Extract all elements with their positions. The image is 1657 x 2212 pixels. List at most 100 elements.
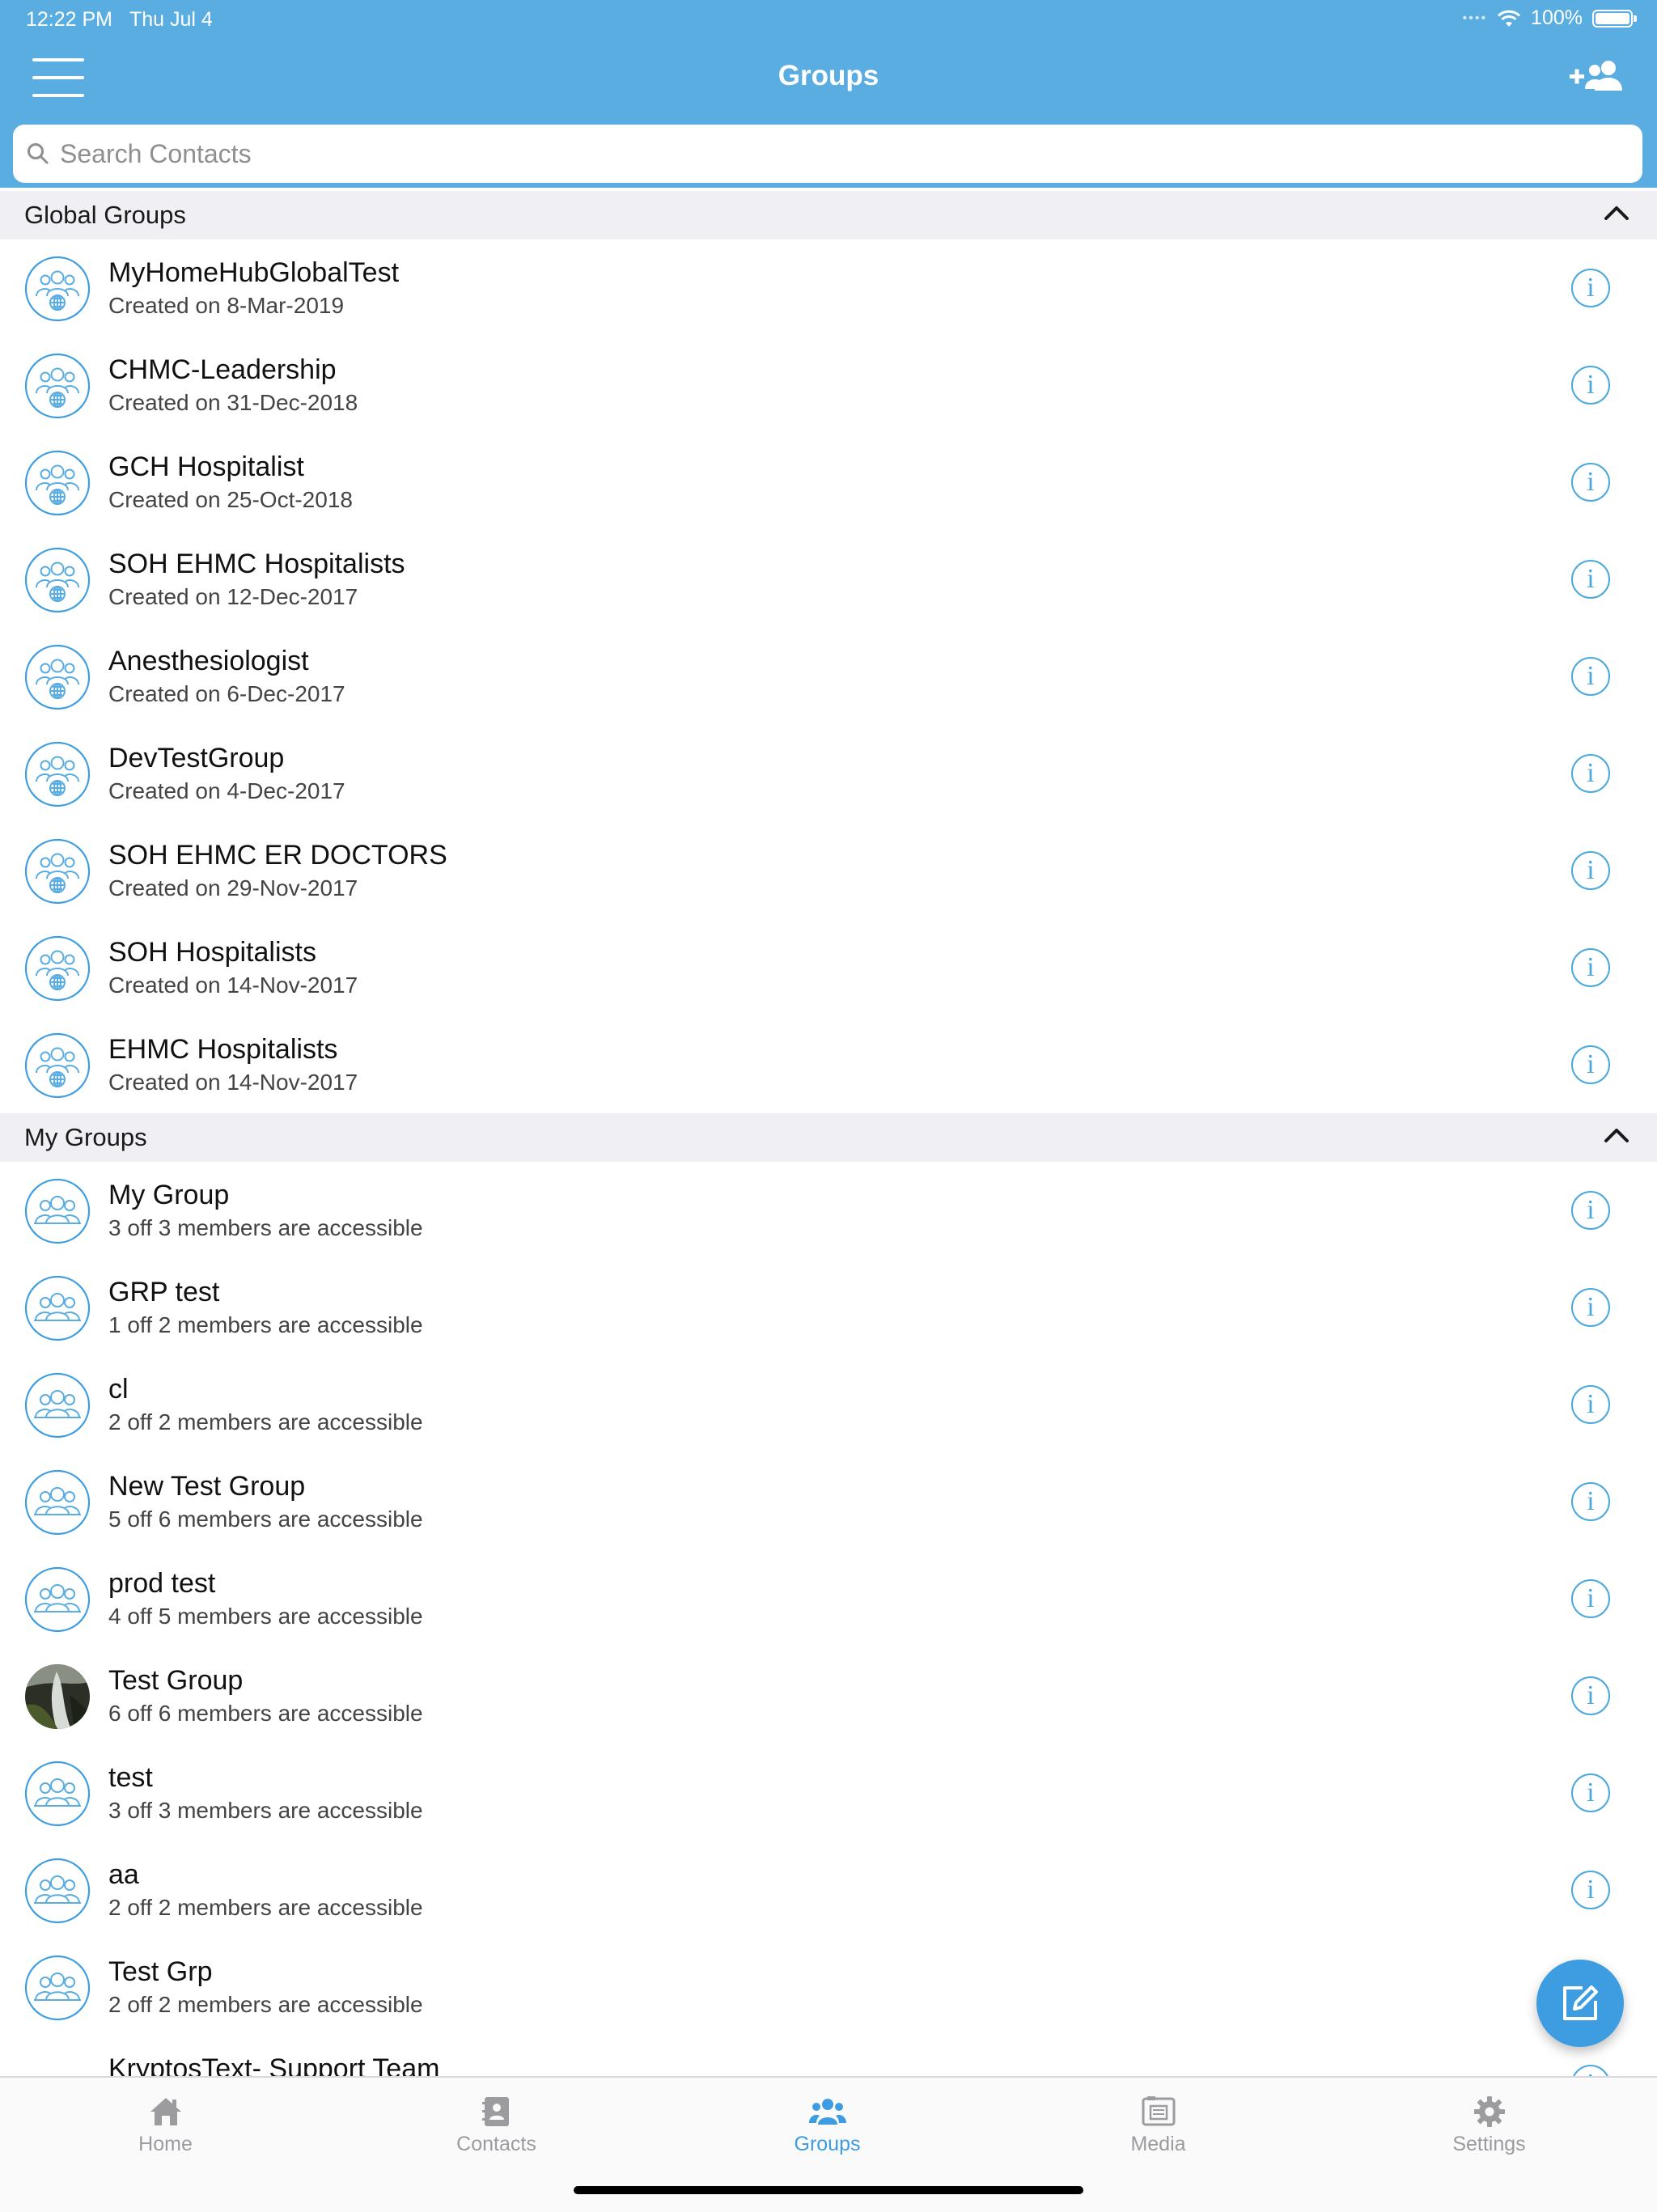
group-members-accessible: 2 off 2 members are accessible	[108, 1409, 423, 1434]
group-row[interactable]: prod test 4 off 5 members are accessible…	[0, 1550, 1657, 1647]
group-avatar-icon	[24, 1372, 91, 1439]
group-row[interactable]: SOH EHMC Hospitalists Created on 12-Dec-…	[0, 531, 1657, 628]
info-icon[interactable]: i	[1571, 1871, 1610, 1909]
group-created-date: Created on 4-Dec-2017	[108, 778, 345, 803]
search-icon	[28, 143, 49, 164]
tab-label: Settings	[1452, 2133, 1526, 2155]
group-row[interactable]: CHMC-Leadership Created on 31-Dec-2018 i	[0, 337, 1657, 434]
group-row[interactable]: MyHomeHubGlobalTest Created on 8-Mar-201…	[0, 239, 1657, 337]
group-created-date: Created on 25-Oct-2018	[108, 487, 353, 512]
global-group-avatar-icon	[24, 935, 91, 1002]
group-members-accessible: 2 off 2 members are accessible	[108, 1895, 423, 1920]
group-avatar-icon	[24, 1955, 91, 2021]
group-avatar-icon	[24, 1275, 91, 1341]
group-row[interactable]: test 3 off 3 members are accessible i	[0, 1744, 1657, 1841]
tab-settings[interactable]: Settings	[1324, 2078, 1655, 2175]
group-members-accessible: 3 off 3 members are accessible	[108, 1798, 423, 1823]
tab-label: Groups	[794, 2133, 861, 2155]
page-title: Groups	[778, 60, 879, 91]
group-row[interactable]: GRP test 1 off 2 members are accessible …	[0, 1259, 1657, 1356]
group-row[interactable]: EHMC Hospitalists Created on 14-Nov-2017…	[0, 1016, 1657, 1113]
info-icon[interactable]: i	[1571, 366, 1610, 405]
group-row[interactable]: cl 2 off 2 members are accessible i	[0, 1356, 1657, 1453]
add-user-icon[interactable]	[1568, 57, 1625, 99]
group-row[interactable]: Test Grp 2 off 2 members are accessible …	[0, 1939, 1657, 2036]
wifi-icon	[1497, 10, 1521, 27]
info-icon[interactable]: i	[1571, 1482, 1610, 1521]
global-group-avatar-icon	[24, 256, 91, 322]
info-icon[interactable]: i	[1571, 1579, 1610, 1618]
group-members-accessible: 4 off 5 members are accessible	[108, 1604, 423, 1629]
info-icon[interactable]: i	[1571, 657, 1610, 696]
group-name: SOH EHMC Hospitalists	[108, 549, 405, 579]
global-group-avatar-icon	[24, 353, 91, 419]
status-date: Thu Jul 4	[129, 8, 213, 31]
status-time: 12:22 PM	[26, 8, 113, 31]
group-name: SOH Hospitalists	[108, 937, 316, 968]
battery-icon	[1592, 9, 1637, 28]
group-name: test	[108, 1762, 153, 1793]
global-group-avatar-icon	[24, 644, 91, 710]
info-icon[interactable]: i	[1571, 754, 1610, 793]
group-name: MyHomeHubGlobalTest	[108, 257, 400, 288]
group-name: New Test Group	[108, 1471, 306, 1502]
group-name: CHMC-Leadership	[108, 354, 337, 385]
info-icon[interactable]: i	[1571, 269, 1610, 307]
group-members-accessible: 2 off 2 members are accessible	[108, 1992, 423, 2017]
group-name: Test Grp	[108, 1956, 213, 1987]
section-header-my-groups[interactable]: My Groups	[0, 1113, 1657, 1162]
group-name: Test Group	[108, 1665, 244, 1696]
section-title: My Groups	[24, 1123, 147, 1151]
info-icon[interactable]: i	[1571, 1288, 1610, 1327]
group-name: cl	[108, 1374, 129, 1405]
section-title: Global Groups	[24, 201, 186, 229]
group-row[interactable]: SOH EHMC ER DOCTORS Created on 29-Nov-20…	[0, 822, 1657, 919]
global-group-avatar-icon	[24, 1032, 91, 1099]
tab-label: Contacts	[456, 2133, 536, 2155]
group-created-date: Created on 12-Dec-2017	[108, 584, 358, 609]
chevron-up-icon	[1604, 1129, 1629, 1142]
group-avatar-icon	[24, 1761, 91, 1827]
section-header-global-groups[interactable]: Global Groups	[0, 191, 1657, 239]
group-created-date: Created on 6-Dec-2017	[108, 681, 345, 706]
tab-media[interactable]: Media	[993, 2078, 1324, 2175]
group-row[interactable]: DevTestGroup Created on 4-Dec-2017 i	[0, 725, 1657, 822]
info-icon[interactable]: i	[1571, 851, 1610, 890]
tab-contacts[interactable]: Contacts	[331, 2078, 662, 2175]
info-icon[interactable]: i	[1571, 1191, 1610, 1230]
group-row[interactable]: Anesthesiologist Created on 6-Dec-2017 i	[0, 628, 1657, 725]
info-icon[interactable]: i	[1571, 948, 1610, 987]
group-created-date: Created on 14-Nov-2017	[108, 973, 358, 998]
info-icon[interactable]: i	[1571, 1773, 1610, 1812]
search-input[interactable]	[60, 125, 1597, 183]
group-row[interactable]: Test Group 6 off 6 members are accessibl…	[0, 1647, 1657, 1744]
group-row[interactable]: GCH Hospitalist Created on 25-Oct-2018 i	[0, 434, 1657, 531]
info-icon[interactable]: i	[1571, 463, 1610, 502]
info-icon[interactable]: i	[1571, 560, 1610, 599]
group-name: GRP test	[108, 1277, 220, 1307]
group-row[interactable]: SOH Hospitalists Created on 14-Nov-2017 …	[0, 919, 1657, 1016]
group-name: SOH EHMC ER DOCTORS	[108, 840, 447, 871]
group-avatar-icon	[24, 1178, 91, 1244]
tab-label: Media	[1130, 2133, 1186, 2155]
compose-button[interactable]	[1536, 1960, 1624, 2047]
tab-home[interactable]: Home	[0, 2078, 331, 2175]
group-name: EHMC Hospitalists	[108, 1034, 338, 1065]
tab-groups[interactable]: Groups	[662, 2078, 993, 2175]
home-indicator	[574, 2186, 1083, 2194]
group-row[interactable]: My Group 3 off 3 members are accessible …	[0, 1162, 1657, 1259]
group-row[interactable]: aa 2 off 2 members are accessible i	[0, 1841, 1657, 1939]
group-created-date: Created on 8-Mar-2019	[108, 293, 345, 318]
tab-label: Home	[138, 2133, 193, 2155]
global-group-avatar-icon	[24, 450, 91, 516]
group-row[interactable]: New Test Group 5 off 6 members are acces…	[0, 1453, 1657, 1550]
group-name: prod test	[108, 1568, 216, 1599]
group-name: GCH Hospitalist	[108, 451, 304, 482]
chevron-up-icon	[1604, 206, 1629, 220]
signal-dots-icon: ••••	[1462, 11, 1488, 25]
info-icon[interactable]: i	[1571, 1676, 1610, 1715]
group-avatar-icon	[24, 1566, 91, 1633]
info-icon[interactable]: i	[1571, 1045, 1610, 1084]
nav-bar: Groups	[0, 39, 1657, 120]
info-icon[interactable]: i	[1571, 1385, 1610, 1424]
